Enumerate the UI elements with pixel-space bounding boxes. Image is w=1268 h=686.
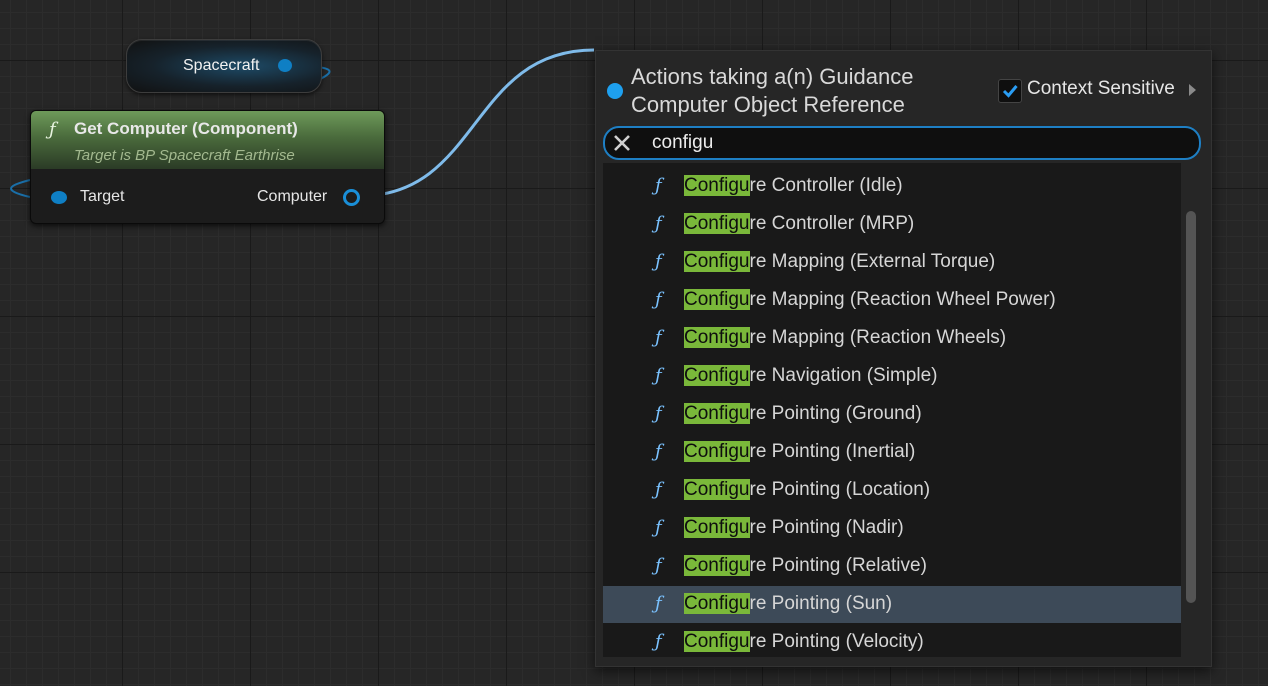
- search-match-highlight: Configu: [684, 213, 750, 234]
- action-list-item[interactable]: ƒ Configure Navigation (Simple): [603, 358, 1181, 395]
- search-match-highlight: Configu: [684, 403, 750, 424]
- wire-computer-to-menu: [359, 48, 595, 198]
- context-sensitive-label: Context Sensitive: [1027, 78, 1175, 99]
- search-match-highlight: Configu: [684, 517, 750, 538]
- search-match-highlight: Configu: [684, 441, 750, 462]
- action-list-item[interactable]: ƒ Configure Pointing (Inertial): [603, 434, 1181, 471]
- action-list-item-label: Configure Mapping (External Torque): [684, 251, 995, 273]
- action-list-item-rest: re Pointing (Relative): [749, 555, 927, 576]
- function-icon: ƒ: [49, 119, 56, 140]
- action-list-item-rest: re Mapping (Reaction Wheels): [749, 327, 1007, 348]
- action-list-item-label: Configure Pointing (Inertial): [684, 441, 915, 463]
- search-match-highlight: Configu: [684, 631, 750, 652]
- function-icon: ƒ: [655, 365, 662, 386]
- wire-target-stub: [10, 179, 31, 198]
- function-icon: ƒ: [655, 555, 662, 576]
- search-match-highlight: Configu: [684, 479, 750, 500]
- spacecraft-variable-node[interactable]: Spacecraft: [126, 39, 322, 93]
- function-icon: ƒ: [655, 175, 662, 196]
- context-sensitive-checkbox[interactable]: [998, 79, 1022, 103]
- action-list-item[interactable]: ƒ Configure Pointing (Ground): [603, 396, 1181, 433]
- action-list-item-rest: re Controller (Idle): [749, 175, 903, 196]
- action-list-item[interactable]: ƒ Configure Mapping (Reaction Wheel Power…: [603, 282, 1181, 319]
- search-match-highlight: Configu: [684, 175, 750, 196]
- action-list-item-rest: re Pointing (Nadir): [749, 517, 904, 538]
- function-icon: ƒ: [655, 631, 662, 652]
- function-icon: ƒ: [655, 289, 662, 310]
- search-match-highlight: Configu: [684, 555, 750, 576]
- action-list-item-label: Configure Navigation (Simple): [684, 365, 937, 387]
- action-list-item-rest: re Controller (MRP): [749, 213, 915, 234]
- action-list-item[interactable]: ƒ Configure Pointing (Relative): [603, 548, 1181, 585]
- scrollbar-thumb[interactable]: [1186, 211, 1196, 603]
- search-match-highlight: Configu: [684, 327, 750, 348]
- action-list-item-label: Configure Mapping (Reaction Wheel Power): [684, 289, 1056, 311]
- action-list-item[interactable]: ƒ Configure Mapping (External Torque): [603, 244, 1181, 281]
- checkmark-icon: [1002, 85, 1018, 98]
- action-list-item-rest: re Pointing (Location): [749, 479, 931, 500]
- pin-type-dot-icon: [607, 83, 623, 99]
- action-menu: Actions taking a(n) Guidance Computer Ob…: [595, 50, 1212, 667]
- close-icon[interactable]: [613, 134, 631, 152]
- function-icon: ƒ: [655, 441, 662, 462]
- action-list-item[interactable]: ƒ Configure Pointing (Sun): [603, 586, 1181, 623]
- target-pin-label: Target: [80, 188, 125, 205]
- action-menu-title: Actions taking a(n) Guidance Computer Ob…: [631, 64, 914, 117]
- search-match-highlight: Configu: [684, 251, 750, 272]
- function-icon: ƒ: [655, 213, 662, 234]
- action-list-item-rest: re Pointing (Ground): [749, 403, 922, 424]
- action-list-item-rest: re Pointing (Inertial): [749, 441, 916, 462]
- function-icon: ƒ: [655, 327, 662, 348]
- action-list-item[interactable]: ƒ Configure Pointing (Location): [603, 472, 1181, 509]
- action-list: ƒ Configure Controller (Idle) ƒ Configure C…: [603, 163, 1181, 657]
- action-list-item-rest: re Mapping (External Torque): [749, 251, 996, 272]
- action-list-item[interactable]: ƒ Configure Controller (MRP): [603, 206, 1181, 243]
- function-icon: ƒ: [655, 479, 662, 500]
- action-list-item[interactable]: ƒ Configure Mapping (Reaction Wheels): [603, 320, 1181, 357]
- action-list-item[interactable]: ƒ Configure Pointing (Nadir): [603, 510, 1181, 547]
- action-list-item-label: Configure Pointing (Relative): [684, 555, 927, 577]
- action-list-item-label: Configure Pointing (Ground): [684, 403, 922, 425]
- search-match-highlight: Configu: [684, 593, 750, 614]
- action-list-item-label: Configure Controller (MRP): [684, 213, 914, 235]
- target-input-pin[interactable]: [51, 191, 67, 204]
- get-computer-node[interactable]: ƒ Get Computer (Component) Target is BP …: [30, 110, 385, 224]
- search-match-highlight: Configu: [684, 289, 750, 310]
- computer-pin-label: Computer: [257, 188, 328, 205]
- action-list-item[interactable]: ƒ Configure Pointing (Velocity): [603, 624, 1181, 657]
- action-list-item-label: Configure Pointing (Nadir): [684, 517, 904, 539]
- get-computer-node-title: Get Computer (Component): [74, 119, 298, 138]
- function-icon: ƒ: [655, 517, 662, 538]
- chevron-right-icon[interactable]: [1189, 84, 1196, 96]
- get-computer-node-subtitle: Target is BP Spacecraft Earthrise: [74, 147, 295, 164]
- search-match-highlight: Configu: [684, 365, 750, 386]
- search-box: [603, 126, 1201, 160]
- computer-output-pin[interactable]: [343, 189, 360, 206]
- action-list-item-label: Configure Pointing (Velocity): [684, 631, 924, 653]
- action-list-item-label: Configure Pointing (Location): [684, 479, 930, 501]
- action-list-item-rest: re Pointing (Velocity): [749, 631, 924, 652]
- action-list-item-rest: re Navigation (Simple): [749, 365, 938, 386]
- action-list-item[interactable]: ƒ Configure Controller (Idle): [603, 168, 1181, 205]
- get-computer-node-header: ƒ Get Computer (Component) Target is BP …: [31, 111, 384, 169]
- action-list-item-label: Configure Mapping (Reaction Wheels): [684, 327, 1006, 349]
- action-list-item-rest: re Pointing (Sun): [749, 593, 893, 614]
- action-list-item-label: Configure Pointing (Sun): [684, 593, 892, 615]
- function-icon: ƒ: [655, 593, 662, 614]
- spacecraft-variable-label: Spacecraft: [183, 57, 260, 74]
- action-list-item-rest: re Mapping (Reaction Wheel Power): [749, 289, 1056, 310]
- spacecraft-output-pin[interactable]: [278, 59, 292, 72]
- action-list-item-label: Configure Controller (Idle): [684, 175, 903, 197]
- function-icon: ƒ: [655, 251, 662, 272]
- search-input[interactable]: [650, 131, 1174, 155]
- function-icon: ƒ: [655, 403, 662, 424]
